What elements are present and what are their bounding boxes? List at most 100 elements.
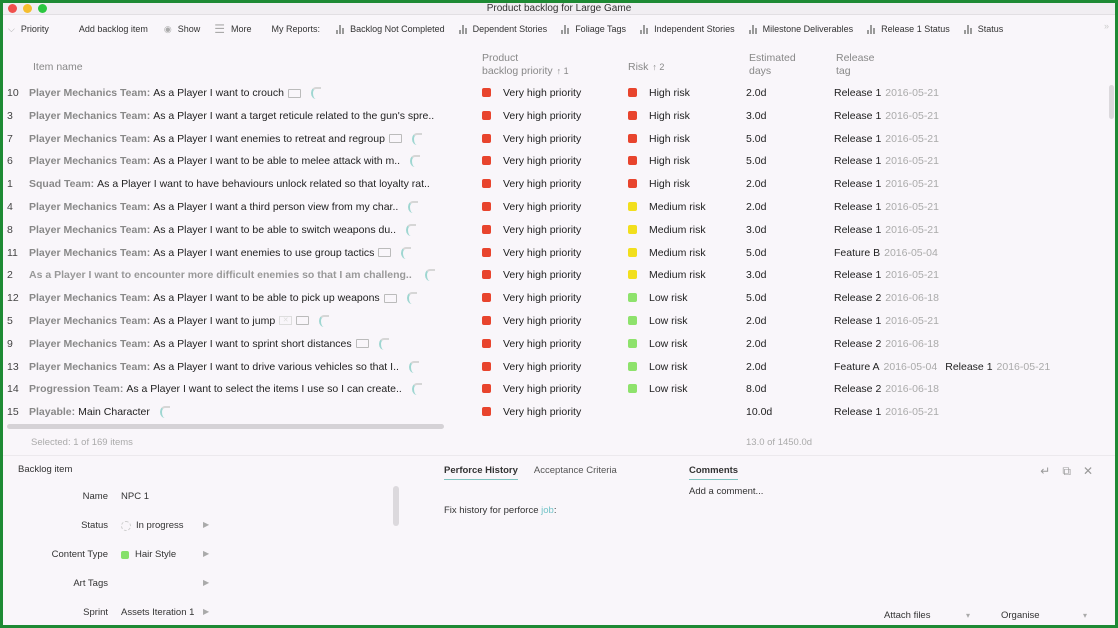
item-name[interactable]: Player Mechanics Team: As a Player I want… <box>29 246 469 259</box>
item-name[interactable]: Player Mechanics Team: As a Player I want… <box>29 110 469 122</box>
release-tag[interactable]: Release 2 <box>834 338 881 350</box>
field-value[interactable]: NPC 1 <box>121 491 149 502</box>
report-button[interactable]: Independent Stories <box>640 24 735 34</box>
release-tag-cell[interactable]: Release 2 2016-06-18 <box>834 383 947 395</box>
priority-cell[interactable]: Very high priority <box>482 224 581 236</box>
chevron-right-icon[interactable]: ▶ <box>203 549 209 558</box>
estimated-days-value[interactable]: 2.0d <box>746 338 766 350</box>
item-name[interactable]: Player Mechanics Team: As a Player I want… <box>29 87 469 99</box>
tab-acceptance-criteria[interactable]: Acceptance Criteria <box>534 465 617 480</box>
detail-scrollbar[interactable] <box>393 486 399 526</box>
table-row[interactable]: 1 Squad Team: As a Player I want to have b… <box>3 174 1105 197</box>
release-tag[interactable]: Release 1 <box>834 87 881 99</box>
release-tag-cell[interactable]: Release 1 2016-05-21 <box>834 110 947 122</box>
field-status[interactable]: Status In progress ▶ <box>3 520 213 534</box>
close-icon[interactable]: ✕ <box>1083 464 1093 479</box>
release-tag-cell[interactable]: Release 1 2016-05-21 <box>834 269 947 281</box>
table-row[interactable]: 14 Progression Team: As a Player I want to… <box>3 379 1105 402</box>
item-name[interactable]: Player Mechanics Team: As a Player I want… <box>29 223 469 236</box>
release-tag-cell[interactable]: Feature A 2016-05-04 Release 1 2016-05-21 <box>834 361 1058 373</box>
item-name[interactable]: Player Mechanics Team: As a Player I want… <box>29 360 469 373</box>
item-name[interactable]: Progression Team: As a Player I want to s… <box>29 383 469 396</box>
chevron-right-icon[interactable]: ▶ <box>203 578 209 587</box>
release-tag-cell[interactable]: Release 1 2016-05-21 <box>834 224 947 236</box>
release-tag[interactable]: Feature B <box>834 247 880 259</box>
risk-cell[interactable]: High risk <box>628 178 690 190</box>
estimated-days-value[interactable]: 8.0d <box>746 383 766 395</box>
release-tag-cell[interactable]: Release 2 2016-06-18 <box>834 292 947 304</box>
table-row[interactable]: 15 Playable: Main Character Very high prior… <box>3 402 1105 425</box>
release-tag[interactable]: Release 1 <box>834 110 881 122</box>
priority-dropdown[interactable]: ⌵ Priority <box>8 24 49 35</box>
field-value[interactable]: In progress <box>121 520 184 531</box>
priority-cell[interactable]: Very high priority <box>482 315 581 327</box>
priority-cell[interactable]: Very high priority <box>482 201 581 213</box>
table-row[interactable]: 7 Player Mechanics Team: As a Player I wan… <box>3 129 1105 152</box>
comment-icon[interactable] <box>296 316 310 326</box>
release-tag[interactable]: Release 2 <box>834 292 881 304</box>
priority-cell[interactable]: Very high priority <box>482 178 581 190</box>
estimated-days-value[interactable]: 2.0d <box>746 361 766 373</box>
release-tag[interactable]: Release 1 <box>834 315 881 327</box>
release-tag-cell[interactable]: Release 1 2016-05-21 <box>834 178 947 190</box>
release-tag[interactable]: Release 1 <box>834 155 881 167</box>
comment-icon[interactable] <box>383 293 397 303</box>
release-tag[interactable]: Release 1 <box>834 406 881 418</box>
estimated-days-value[interactable]: 3.0d <box>746 224 766 236</box>
risk-cell[interactable]: High risk <box>628 110 690 122</box>
release-tag[interactable]: Release 1 <box>834 224 881 236</box>
release-tag-cell[interactable]: Release 1 2016-05-21 <box>834 201 947 213</box>
table-row[interactable]: 8 Player Mechanics Team: As a Player I wan… <box>3 220 1105 243</box>
more-button[interactable]: ☰ More <box>214 22 251 36</box>
field-value[interactable]: Hair Style <box>121 549 176 560</box>
field-sprint[interactable]: Sprint Assets Iteration 1 ▶ <box>3 607 213 621</box>
priority-cell[interactable]: Very high priority <box>482 247 581 259</box>
estimated-days-value[interactable]: 5.0d <box>746 155 766 167</box>
release-tag-cell[interactable]: Release 1 2016-05-21 <box>834 406 947 418</box>
priority-cell[interactable]: Very high priority <box>482 87 581 99</box>
risk-cell[interactable]: Medium risk <box>628 201 706 213</box>
risk-cell[interactable]: Low risk <box>628 315 688 327</box>
report-button[interactable]: Backlog Not Completed <box>336 24 445 34</box>
item-name[interactable]: Player Mechanics Team: As a Player I want… <box>29 337 469 350</box>
item-name[interactable]: Player Mechanics Team: As a Player I want… <box>29 314 469 327</box>
priority-cell[interactable]: Very high priority <box>482 155 581 167</box>
risk-cell[interactable]: Medium risk <box>628 269 706 281</box>
item-name[interactable]: Playable: Main Character <box>29 406 469 419</box>
report-button[interactable]: Milestone Deliverables <box>748 24 853 34</box>
item-name[interactable]: Player Mechanics Team: As a Player I want… <box>29 292 469 305</box>
release-tag[interactable]: Release 1 <box>834 178 881 190</box>
column-header-estimated-days[interactable]: Estimated days <box>749 52 796 78</box>
release-tag[interactable]: Release 1 <box>834 269 881 281</box>
table-row[interactable]: 12 Player Mechanics Team: As a Player I wa… <box>3 288 1105 311</box>
field-content-type[interactable]: Content Type Hair Style ▶ <box>3 549 213 563</box>
table-row[interactable]: 5 Player Mechanics Team: As a Player I wan… <box>3 311 1105 334</box>
comment-icon[interactable] <box>378 248 392 258</box>
column-header-risk[interactable]: Risk ↑ 2 <box>628 61 664 74</box>
table-row[interactable]: 9 Player Mechanics Team: As a Player I wan… <box>3 334 1105 357</box>
risk-cell[interactable]: Low risk <box>628 292 688 304</box>
job-link[interactable]: job <box>541 505 554 516</box>
priority-cell[interactable]: Very high priority <box>482 133 581 145</box>
report-button[interactable]: Release 1 Status <box>867 24 950 34</box>
risk-cell[interactable]: High risk <box>628 133 690 145</box>
field-art-tags[interactable]: Art Tags ▶ <box>3 578 213 592</box>
risk-cell[interactable]: Medium risk <box>628 224 706 236</box>
item-name[interactable]: Player Mechanics Team: As a Player I want… <box>29 155 469 168</box>
item-name[interactable]: Player Mechanics Team: As a Player I want… <box>29 132 469 145</box>
comment-icon[interactable] <box>355 339 369 349</box>
report-button[interactable]: Status <box>963 24 1003 34</box>
priority-cell[interactable]: Very high priority <box>482 406 581 418</box>
double-chevron-right-icon[interactable]: » <box>1104 21 1109 31</box>
release-tag-cell[interactable]: Release 2 2016-06-18 <box>834 338 947 350</box>
chevron-right-icon[interactable]: ▶ <box>203 520 209 529</box>
priority-cell[interactable]: Very high priority <box>482 269 581 281</box>
item-name[interactable]: As a Player I want to encounter more dif… <box>29 269 469 282</box>
table-row[interactable]: 6 Player Mechanics Team: As a Player I wan… <box>3 151 1105 174</box>
report-button[interactable]: Foliage Tags <box>561 24 626 34</box>
comment-icon[interactable] <box>388 134 402 144</box>
add-backlog-item-button[interactable]: Add backlog item <box>79 24 148 34</box>
release-tag[interactable]: Feature A <box>834 361 880 373</box>
release-tag[interactable]: Release 1 <box>945 361 992 373</box>
estimated-days-value[interactable]: 3.0d <box>746 110 766 122</box>
